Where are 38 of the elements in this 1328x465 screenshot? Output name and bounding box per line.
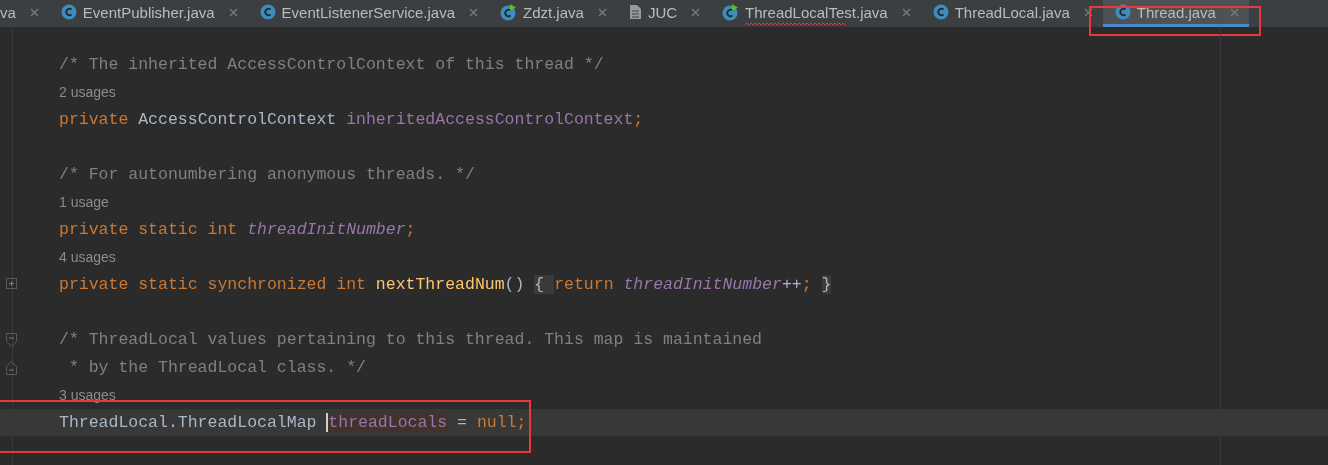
code-line: private static int threadInitNumber; — [59, 220, 416, 240]
runnable-class-icon — [722, 3, 740, 21]
close-icon[interactable] — [901, 7, 911, 17]
usages-hint[interactable]: 2 usages — [59, 84, 116, 101]
runnable-class-icon — [500, 3, 518, 21]
fold-icon[interactable] — [6, 333, 17, 347]
close-icon[interactable] — [597, 7, 607, 17]
editor-tab[interactable]: JUC — [616, 0, 711, 27]
close-icon[interactable] — [469, 7, 479, 17]
code-line: /* ThreadLocal values pertaining to this thread. This map is maintained — [59, 330, 762, 350]
close-icon[interactable] — [228, 7, 238, 17]
class-icon — [932, 4, 949, 20]
editor-tab[interactable]: EventPublisher.java — [48, 0, 248, 27]
editor-tab[interactable]: Zdzt.java — [488, 0, 617, 27]
class-icon — [60, 4, 77, 20]
close-icon[interactable] — [29, 7, 39, 17]
code-line: ThreadLocal.ThreadLocalMap threadLocals = null; — [59, 412, 527, 432]
usages-hint[interactable]: 1 usage — [59, 194, 109, 211]
editor-tab[interactable]: va — [0, 0, 49, 27]
editor-tab[interactable]: EventListenerService.java — [247, 0, 489, 27]
editor-tab[interactable]: ThreadLocal.java — [920, 0, 1103, 27]
usages-hint[interactable]: 3 usages — [59, 386, 116, 403]
code-line: * by the ThreadLocal class. */ — [67, 357, 366, 377]
expand-icon[interactable] — [6, 278, 17, 289]
editor-tab[interactable]: ThreadLocalTest.java — [710, 0, 921, 27]
class-icon — [259, 4, 276, 20]
fold-end-icon[interactable] — [6, 360, 17, 375]
code-line: /* The inherited AccessControlContext of this thread */ — [59, 55, 604, 75]
code-line: private static synchronized int nextThreadNum() { return threadInitNumber++; } — [59, 275, 832, 295]
usages-hint[interactable]: 4 usages — [59, 249, 116, 266]
editor-tab[interactable]: Thread.java — [1102, 0, 1249, 27]
class-icon — [1114, 4, 1131, 20]
close-icon[interactable] — [1229, 7, 1239, 17]
code-line: private AccessControlContext inheritedAccessControlContext; — [59, 110, 644, 130]
close-icon[interactable] — [1083, 7, 1093, 17]
close-icon[interactable] — [691, 7, 701, 17]
file-icon — [628, 4, 642, 20]
code-line: /* For autonumbering anonymous threads. */ — [59, 165, 475, 185]
